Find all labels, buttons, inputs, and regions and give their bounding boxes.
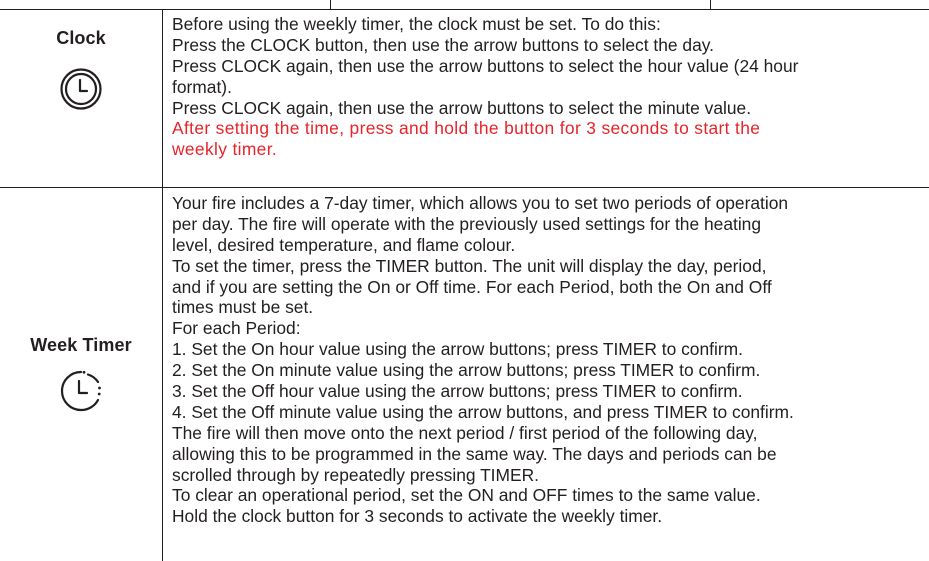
warning-line: weekly timer.	[172, 139, 278, 160]
text-line: 1. Set the On hour value using the arrow…	[172, 339, 743, 360]
text-line: Press CLOCK again, then use the arrow bu…	[172, 55, 799, 76]
text-line: times must be set.	[172, 297, 314, 318]
column-divider	[162, 9, 163, 561]
text-line: per day. The fire will operate with the …	[172, 213, 762, 234]
text-line: 3. Set the Off hour value using the arro…	[172, 381, 743, 402]
text-line: scrolled through by repeatedly pressing …	[172, 464, 539, 485]
text-line: allowing this to be programmed in the sa…	[172, 443, 777, 464]
table-top-border	[0, 9, 929, 10]
text-line: 2. Set the On minute value using the arr…	[172, 360, 761, 381]
text-line: Your fire includes a 7-day timer, which …	[172, 193, 789, 213]
text-line: To clear an operational period, set the …	[172, 485, 761, 506]
text-line: format).	[172, 76, 232, 97]
text-line: Hold the clock button for 3 seconds to a…	[172, 506, 663, 527]
text-line: For each Period:	[172, 318, 301, 339]
text-line: The fire will then move onto the next pe…	[172, 422, 758, 443]
clock-row-label: Clock	[56, 28, 106, 48]
instruction-table: Clock Before using the weekly timer, the…	[0, 0, 929, 561]
warning-line: After setting the time, press and hold t…	[172, 118, 761, 139]
text-line: 4. Set the Off minute value using the ar…	[172, 401, 794, 422]
text-line: To set the timer, press the TIMER button…	[172, 255, 767, 276]
row-divider	[0, 187, 929, 188]
text-line: Before using the weekly timer, the clock…	[172, 14, 661, 34]
clock-row-text: Before using the weekly timer, the clock…	[172, 14, 929, 160]
clock-row-header: Clock	[0, 27, 162, 114]
text-line: Press CLOCK again, then use the arrow bu…	[172, 97, 752, 118]
timer-icon	[60, 370, 101, 412]
text-line: and if you are setting the On or Off tim…	[172, 276, 772, 297]
week-timer-row-text: Your fire includes a 7-day timer, which …	[172, 193, 929, 527]
clock-icon	[60, 68, 102, 110]
text-line: Press the CLOCK button, then use the arr…	[172, 34, 714, 55]
text-line: level, desired temperature, and flame co…	[172, 234, 516, 255]
week-timer-row-header: Week Timer	[0, 334, 162, 414]
week-timer-row-label: Week Timer	[30, 335, 132, 355]
